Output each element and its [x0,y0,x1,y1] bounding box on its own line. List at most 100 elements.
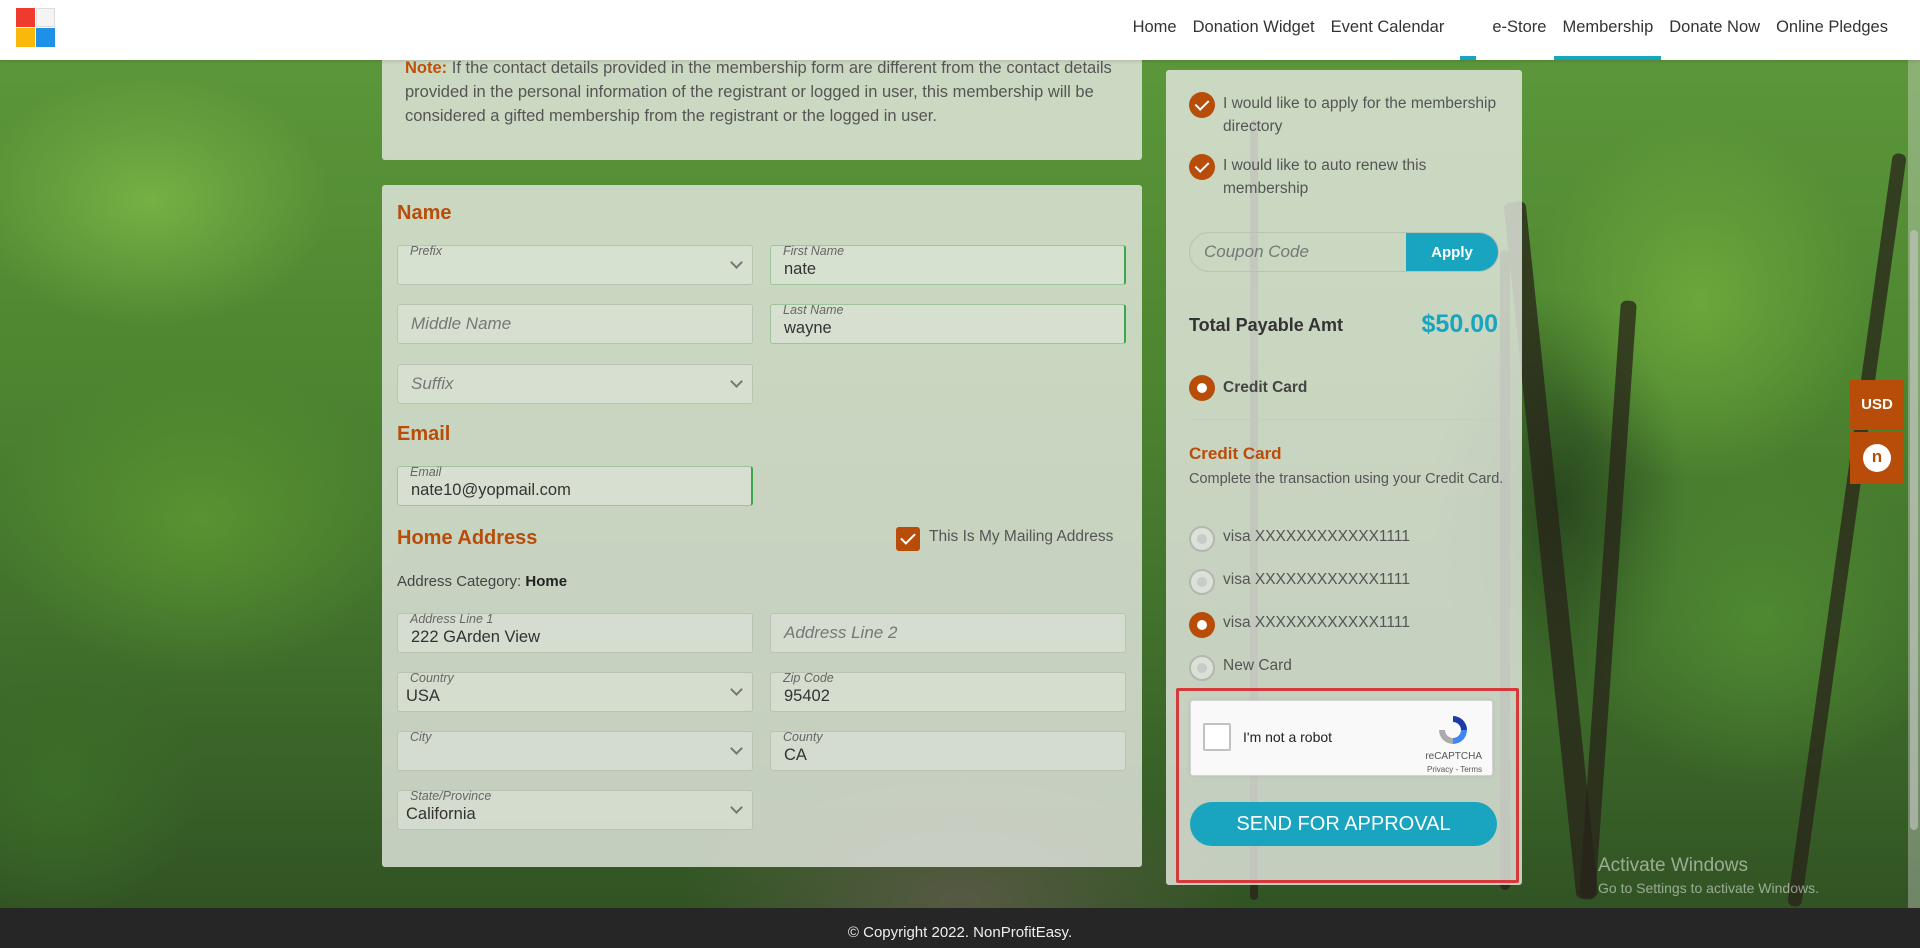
county-value: CA [784,746,807,764]
windows-watermark-subtitle: Go to Settings to activate Windows. [1598,880,1819,896]
recaptcha-icon [1439,716,1467,744]
first-name-field[interactable]: First Name nate [770,244,1126,285]
mailing-address-label: This Is My Mailing Address [929,528,1114,545]
recaptcha-links[interactable]: Privacy - Terms [1427,765,1482,774]
membership-form-panel: Name Prefix First Name nate Middle Name … [382,185,1142,867]
email-value: nate10@yopmail.com [411,481,571,499]
suffix-placeholder: Suffix [411,374,454,393]
credit-card-method-label: Credit Card [1223,379,1308,396]
first-name-label: First Name [783,244,845,258]
scrollbar-thumb[interactable] [1910,230,1918,830]
email-label: Email [410,465,442,479]
nav-donate-now[interactable]: Donate Now [1661,0,1768,60]
mailing-address-checkbox[interactable] [896,527,920,551]
address-line1-value: 222 GArden View [411,628,541,646]
zip-code-label: Zip Code [783,671,834,685]
card-label-3: visa XXXXXXXXXXXX1111 [1223,614,1410,631]
chevron-down-icon [730,256,743,269]
state-value: California [406,805,476,823]
country-select[interactable]: Country USA [397,671,753,712]
address-line2-placeholder: Address Line 2 [784,623,898,642]
chevron-down-icon [730,742,743,755]
address-line1-label: Address Line 1 [410,612,494,626]
state-label: State/Province [410,789,492,803]
side-n-button[interactable]: n [1850,432,1904,484]
state-select[interactable]: State/Province California [397,789,753,830]
county-field[interactable]: County CA [770,730,1126,771]
email-section-title: Email [397,423,451,445]
prefix-label: Prefix [410,244,442,258]
nav-hidden-item[interactable] [1452,0,1484,60]
last-name-label: Last Name [783,303,844,317]
credit-card-description: Complete the transaction using your Cred… [1189,471,1504,487]
city-select[interactable]: City [397,730,753,771]
chevron-down-icon [730,375,743,388]
email-field[interactable]: Email nate10@yopmail.com [397,465,753,506]
city-label: City [410,730,432,744]
auto-renew-option-label: I would like to auto renew this membersh… [1223,157,1427,197]
nav-home[interactable]: Home [1125,0,1185,60]
card-label-1: visa XXXXXXXXXXXX1111 [1223,528,1410,545]
middle-name-field[interactable]: Middle Name [397,304,753,344]
address-line1-field[interactable]: Address Line 1 222 GArden View [397,612,753,653]
note-label: Note: [405,59,448,77]
country-value: USA [406,687,440,705]
main-nav: Home Donation Widget Event Calendar e-St… [1125,0,1896,60]
note-text: Note: If the contact details provided in… [405,56,1125,128]
page-scrollbar[interactable] [1908,60,1920,908]
nav-donation-widget[interactable]: Donation Widget [1185,0,1323,60]
directory-checkbox[interactable] [1189,92,1215,118]
total-value: $50.00 [1421,310,1498,338]
card-radio-3[interactable] [1189,612,1215,638]
new-card-label: New Card [1223,657,1292,674]
name-section-title: Name [397,202,452,224]
first-name-value: nate [784,260,817,278]
note-body: If the contact details provided in the m… [405,59,1112,125]
send-for-approval-button[interactable]: SEND FOR APPROVAL [1190,802,1497,846]
nav-e-store[interactable]: e-Store [1484,0,1554,60]
credit-card-title: Credit Card [1189,444,1282,463]
copyright-text: © Copyright 2022. NonProfitEasy. [847,924,1073,941]
recaptcha-brand: reCAPTCHA [1425,751,1482,762]
auto-renew-checkbox[interactable] [1189,154,1215,180]
card-label-2: visa XXXXXXXXXXXX1111 [1223,571,1410,588]
card-radio-2[interactable] [1189,569,1215,595]
credit-card-method-radio[interactable] [1189,375,1215,401]
address-section-title: Home Address [397,527,538,549]
n-logo-icon: n [1863,444,1891,472]
recaptcha-label: I'm not a robot [1243,729,1333,745]
country-label: Country [410,671,454,685]
site-logo[interactable] [16,8,56,48]
footer: © Copyright 2022. NonProfitEasy. [0,908,1920,948]
divider [1189,419,1499,420]
top-navigation-bar: Home Donation Widget Event Calendar e-St… [0,0,1920,60]
address-category-value: Home [525,573,568,590]
nav-event-calendar[interactable]: Event Calendar [1323,0,1453,60]
currency-button[interactable]: USD [1850,380,1904,430]
total-label: Total Payable Amt [1189,315,1344,335]
recaptcha-widget: I'm not a robot reCAPTCHA Privacy - Term… [1190,700,1493,776]
last-name-value: wayne [784,319,832,337]
coupon-group: Coupon Code Apply [1189,232,1499,272]
card-radio-1[interactable] [1189,526,1215,552]
directory-option-label: I would like to apply for the membership… [1223,95,1497,135]
nav-online-pledges[interactable]: Online Pledges [1768,0,1896,60]
prefix-select[interactable]: Prefix [397,244,753,285]
county-label: County [783,730,823,744]
zip-code-field[interactable]: Zip Code 95402 [770,671,1126,712]
middle-name-placeholder: Middle Name [411,314,512,333]
address-category: Address Category: Home [397,573,567,590]
address-line2-field[interactable]: Address Line 2 [770,613,1126,653]
chevron-down-icon [730,683,743,696]
coupon-input[interactable]: Coupon Code [1204,242,1309,262]
address-category-label: Address Category: [397,573,522,590]
suffix-select[interactable]: Suffix [397,364,753,404]
apply-coupon-button[interactable]: Apply [1406,233,1498,271]
chevron-down-icon [730,801,743,814]
new-card-radio[interactable] [1189,655,1215,681]
recaptcha-checkbox[interactable] [1203,723,1231,751]
last-name-field[interactable]: Last Name wayne [770,303,1126,344]
nav-membership[interactable]: Membership [1554,0,1662,60]
windows-watermark-title: Activate Windows [1598,855,1748,876]
zip-code-value: 95402 [784,687,830,705]
